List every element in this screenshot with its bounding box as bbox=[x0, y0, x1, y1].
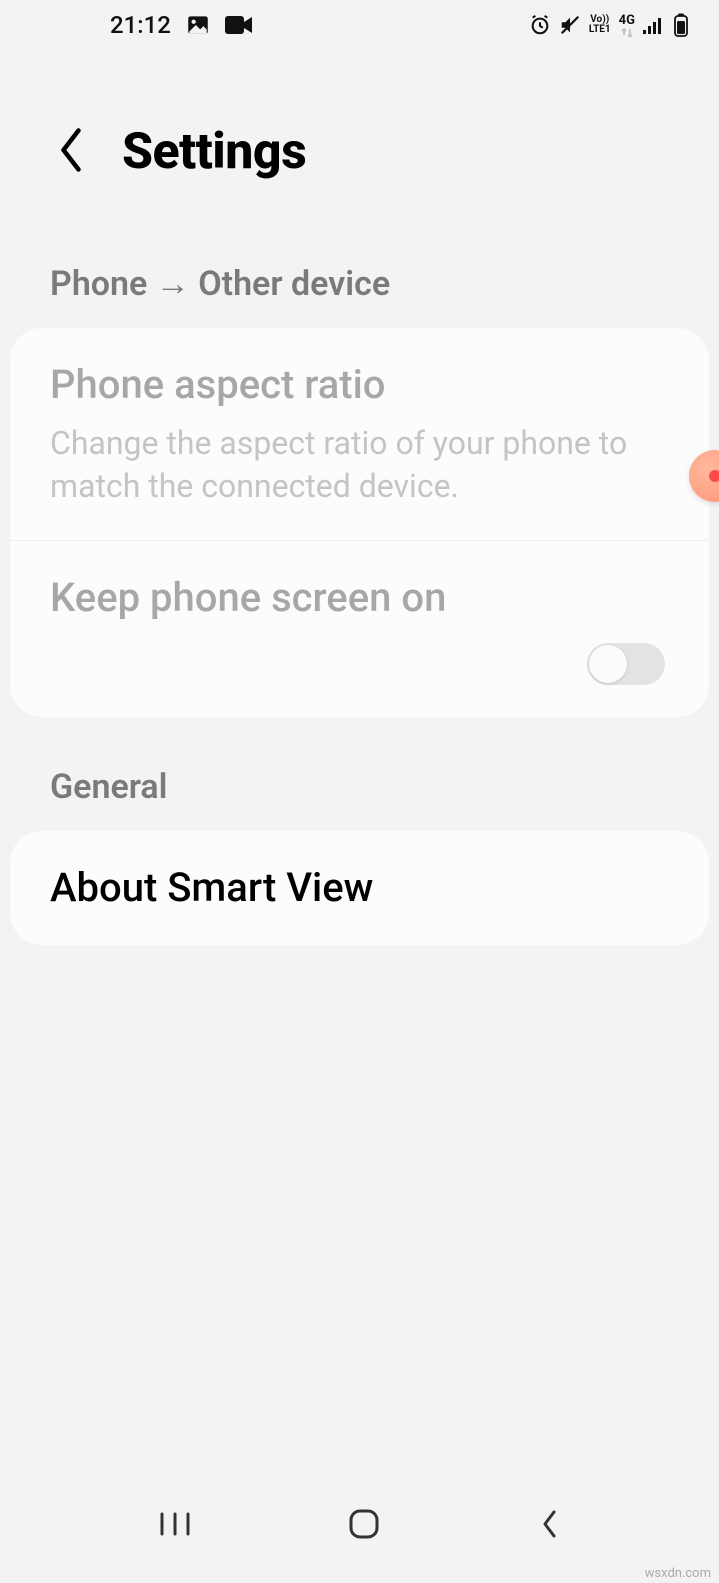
4g-icon: 4G bbox=[619, 14, 635, 37]
toggle-thumb bbox=[589, 645, 627, 683]
chevron-left-icon bbox=[536, 1508, 562, 1540]
row-keep-screen-on[interactable]: Keep phone screen on bbox=[10, 540, 709, 717]
watermark: wsxdn.com bbox=[645, 1566, 711, 1581]
battery-icon bbox=[673, 13, 689, 37]
status-right: Vo)) LTE1 4G bbox=[529, 13, 689, 37]
page-title: Settings bbox=[122, 123, 306, 181]
nav-back-button[interactable] bbox=[526, 1498, 572, 1554]
row-about-smart-view[interactable]: About Smart View bbox=[10, 831, 709, 945]
card-general: About Smart View bbox=[10, 831, 709, 945]
section-header-general: General bbox=[0, 717, 719, 831]
network-label: 4G bbox=[619, 14, 635, 27]
nav-recents-button[interactable] bbox=[148, 1500, 202, 1552]
recents-icon bbox=[158, 1510, 192, 1538]
card-phone-other: Phone aspect ratio Change the aspect rat… bbox=[10, 328, 709, 717]
back-button[interactable] bbox=[50, 120, 92, 184]
status-left: 21:12 bbox=[110, 11, 253, 39]
header: Settings bbox=[0, 50, 719, 214]
status-time: 21:12 bbox=[110, 11, 171, 39]
video-icon bbox=[225, 14, 253, 36]
row-title: Phone aspect ratio bbox=[50, 360, 669, 410]
row-title: Keep phone screen on bbox=[50, 573, 669, 623]
mute-icon bbox=[559, 14, 581, 36]
section-header-phone-other: Phone → Other device bbox=[0, 214, 719, 328]
signal-icon bbox=[643, 16, 665, 34]
row-title: About Smart View bbox=[50, 863, 669, 913]
system-nav-bar bbox=[0, 1487, 719, 1565]
keep-screen-on-toggle[interactable] bbox=[587, 643, 665, 685]
picture-icon bbox=[185, 12, 211, 38]
volte-icon: Vo)) LTE1 bbox=[589, 15, 611, 35]
nav-home-button[interactable] bbox=[337, 1497, 391, 1555]
home-icon bbox=[347, 1507, 381, 1541]
status-bar: 21:12 Vo)) LTE1 4G bbox=[0, 0, 719, 50]
alarm-icon bbox=[529, 14, 551, 36]
row-phone-aspect-ratio[interactable]: Phone aspect ratio Change the aspect rat… bbox=[10, 328, 709, 540]
row-desc: Change the aspect ratio of your phone to… bbox=[50, 422, 650, 508]
chevron-left-icon bbox=[56, 126, 86, 174]
lte-label: LTE1 bbox=[589, 25, 611, 35]
